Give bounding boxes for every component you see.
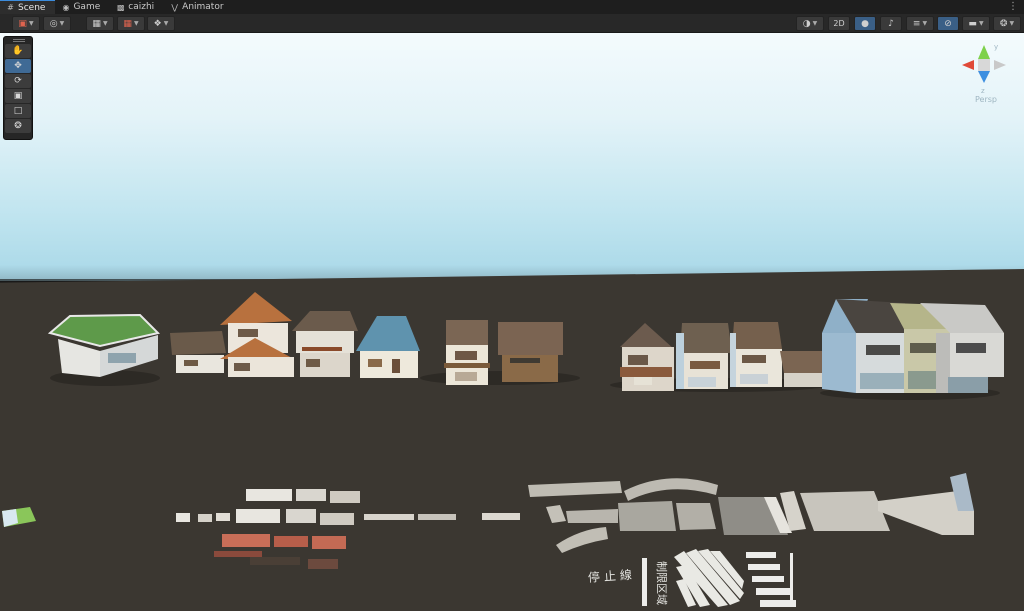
effects-dropdown[interactable]: ≡ ▼ (906, 16, 934, 31)
snap-icon: ❖ (153, 18, 162, 29)
scene-objects: 停止線 制限区域 (2, 292, 1004, 607)
chevron-down-icon: ▼ (28, 20, 34, 27)
more-options-icon[interactable]: ⋮ (1008, 1, 1018, 13)
chevron-down-icon: ▼ (812, 20, 818, 27)
speaker-icon: ♪ (888, 18, 894, 29)
building-narrow[interactable] (444, 320, 490, 385)
move-tool-button[interactable]: ✥ (5, 59, 31, 73)
road-pieces[interactable] (528, 473, 974, 553)
tab-scene[interactable]: # Scene (0, 0, 56, 14)
grid-snap-dropdown[interactable]: ▦ ▼ (86, 16, 114, 31)
camera-icon: ▬ (968, 18, 977, 29)
grid-red-icon: ▦ (123, 18, 132, 29)
building-wooden-shed[interactable] (498, 322, 563, 382)
prefab-thumbnail[interactable] (2, 507, 36, 527)
projection-label[interactable]: Persp (956, 95, 1016, 104)
building-row-left[interactable] (620, 323, 674, 391)
grid-icon: ▦ (92, 18, 101, 29)
transform-icon: ❂ (14, 121, 22, 131)
chevron-down-icon: ▼ (163, 20, 169, 27)
scale-tool-button[interactable]: ▣ (5, 89, 31, 103)
scene-viewport[interactable]: 停止線 制限区域 ✋ ✥ ⟳ ▣ □ ❂ y z Persp (0, 33, 1024, 611)
axis-z-label: z (981, 87, 985, 95)
move-arrows-icon: ✥ (14, 61, 22, 71)
road-marking-text-right: 制限区域 (655, 561, 668, 605)
draw-mode-dropdown[interactable]: ▣ ▼ (12, 16, 40, 31)
audio-toggle-button[interactable]: ♪ (880, 16, 902, 31)
building-green-roof[interactable] (47, 313, 160, 377)
tab-caizhi[interactable]: ▩ caizhi (110, 0, 164, 14)
tab-label: Game (73, 2, 101, 12)
global-local-dropdown[interactable]: ◎ ▼ (43, 16, 71, 31)
tab-game[interactable]: ◉ Game (55, 0, 110, 14)
lightbulb-icon: ● (861, 18, 869, 29)
building-small-white[interactable] (170, 331, 226, 373)
shading-icon: ▣ (18, 18, 27, 29)
scene-toolbar: ▣ ▼ ◎ ▼ ▦ ▼ ▦ ▼ ❖ ▼ ◑ ▼ 2D ● ♪ ≡ ▼ ⊘ ▬ ▼… (0, 14, 1024, 33)
tab-animator[interactable]: ⋁ Animator (164, 0, 233, 14)
building-row-mid[interactable] (676, 323, 732, 389)
document-icon: ▩ (116, 2, 125, 12)
fence-pieces[interactable] (176, 489, 520, 525)
chevron-down-icon: ▼ (133, 20, 139, 27)
chevron-down-icon: ▼ (102, 20, 108, 27)
crosswalk[interactable] (674, 549, 744, 607)
rect-transform-icon: □ (13, 106, 23, 116)
axis-gizmo-icon: y z (948, 33, 1006, 95)
grid-visibility-dropdown[interactable]: ▦ ▼ (117, 16, 145, 31)
axis-y-label: y (994, 43, 998, 51)
gamepad-icon: ◉ (62, 2, 70, 12)
camera-settings-dropdown[interactable]: ▬ ▼ (962, 16, 990, 31)
hash-icon: # (7, 3, 14, 12)
2d-toggle-button[interactable]: 2D (828, 16, 850, 31)
render-mode-dropdown[interactable]: ◑ ▼ (796, 16, 824, 31)
animator-icon: ⋁ (171, 2, 178, 12)
tab-label: Scene (18, 2, 46, 13)
building-row-right[interactable] (730, 322, 782, 387)
chevron-down-icon: ▼ (978, 20, 984, 27)
scene-visibility-toggle[interactable]: ⊘ (937, 16, 959, 31)
sphere-icon: ◑ (802, 18, 811, 29)
gizmos-dropdown[interactable]: ❂ ▼ (993, 16, 1021, 31)
tab-bar: # Scene ◉ Game ▩ caizhi ⋁ Animator ⋮ (0, 0, 1024, 14)
chevron-down-icon: ▼ (1009, 20, 1015, 27)
increment-snap-dropdown[interactable]: ❖ ▼ (147, 16, 175, 31)
building-blue-roof[interactable] (356, 316, 420, 378)
chevron-down-icon: ▼ (922, 20, 928, 27)
drag-handle[interactable] (13, 39, 25, 42)
rect-tool-button[interactable]: □ (5, 104, 31, 118)
road-marking-text-left: 停止線 (587, 567, 636, 585)
rotate-tool-button[interactable]: ⟳ (5, 74, 31, 88)
tab-label: caizhi (128, 2, 155, 12)
building-two-storey[interactable] (220, 292, 294, 377)
unity-editor: # Scene ◉ Game ▩ caizhi ⋁ Animator ⋮ ▣ ▼ … (0, 0, 1024, 611)
gizmo-icon: ❂ (999, 18, 1008, 29)
layers-icon: ≡ (912, 18, 921, 29)
tab-label: Animator (182, 2, 224, 12)
hand-tool-button[interactable]: ✋ (5, 44, 31, 58)
brick-wall-pieces[interactable] (214, 534, 346, 569)
tools-overlay: ✋ ✥ ⟳ ▣ □ ❂ (3, 36, 33, 140)
transform-tool-button[interactable]: ❂ (5, 119, 31, 133)
eye-slash-icon: ⊘ (944, 18, 952, 29)
scale-icon: ▣ (13, 91, 23, 101)
rotate-icon: ⟳ (14, 76, 22, 86)
lighting-toggle-button[interactable]: ● (854, 16, 876, 31)
hand-icon: ✋ (12, 46, 24, 56)
orientation-gizmo[interactable]: y z Persp (948, 33, 1016, 111)
globe-icon: ◎ (49, 18, 58, 29)
building-dark-roof[interactable] (292, 311, 358, 377)
2d-label: 2D (833, 19, 845, 28)
chevron-down-icon: ▼ (59, 20, 65, 27)
